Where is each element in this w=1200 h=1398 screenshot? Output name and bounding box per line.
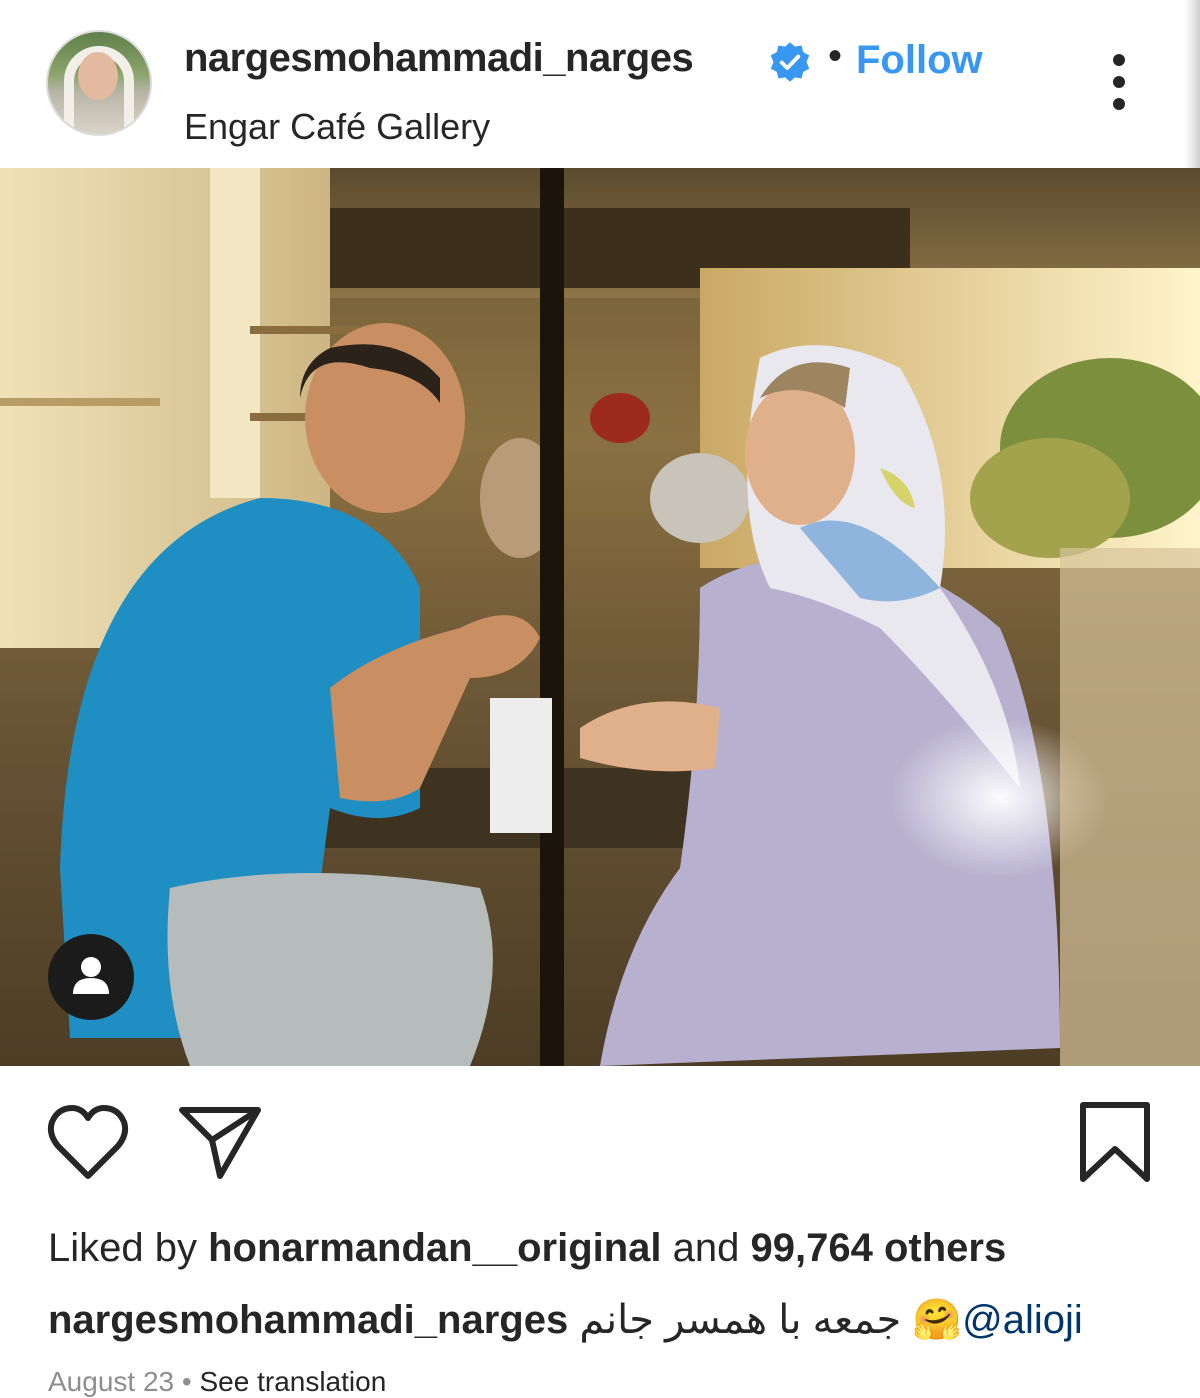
post-header: nargesmohammadi_narges • Follow Engar Ca… xyxy=(0,0,1184,168)
avatar[interactable] xyxy=(46,30,152,136)
see-translation-link[interactable]: See translation xyxy=(199,1366,386,1397)
header-separator: • xyxy=(828,34,843,78)
date-separator: • xyxy=(174,1366,200,1397)
more-options-icon[interactable] xyxy=(1106,52,1132,112)
post-photo[interactable] xyxy=(0,168,1200,1066)
likes-count[interactable]: 99,764 others xyxy=(751,1226,1007,1270)
post-date-line: August 23 • See translation xyxy=(48,1366,386,1398)
post-location[interactable]: Engar Café Gallery xyxy=(184,106,490,148)
likes-prefix: Liked by xyxy=(48,1226,209,1270)
post-date: August 23 xyxy=(48,1366,175,1397)
post-caption: nargesmohammadi_narges جمعه با همسر جانم… xyxy=(48,1296,1083,1343)
save-bookmark-icon[interactable] xyxy=(1078,1100,1152,1184)
caption-author[interactable]: nargesmohammadi_narges xyxy=(48,1298,568,1342)
avatar-face xyxy=(78,52,118,100)
post-username[interactable]: nargesmohammadi_narges xyxy=(184,36,694,81)
follow-button[interactable]: Follow xyxy=(856,38,983,83)
caption-emoji: 🤗 xyxy=(912,1298,963,1342)
likes-summary[interactable]: Liked by honarmandan__original and 99,76… xyxy=(48,1226,1006,1271)
share-paper-plane-icon[interactable] xyxy=(178,1104,262,1180)
caption-mention[interactable]: @alioji xyxy=(962,1298,1083,1342)
user-tag-icon xyxy=(73,957,109,994)
caption-text: جمعه با همسر جانم xyxy=(579,1298,902,1342)
likes-liker-username[interactable]: honarmandan__original xyxy=(208,1226,661,1270)
verified-badge-icon xyxy=(770,42,810,82)
like-heart-icon[interactable] xyxy=(46,1104,130,1182)
post-photo-scene xyxy=(0,168,1200,1066)
user-tag-button[interactable] xyxy=(48,934,134,1020)
likes-middle: and xyxy=(661,1226,751,1270)
